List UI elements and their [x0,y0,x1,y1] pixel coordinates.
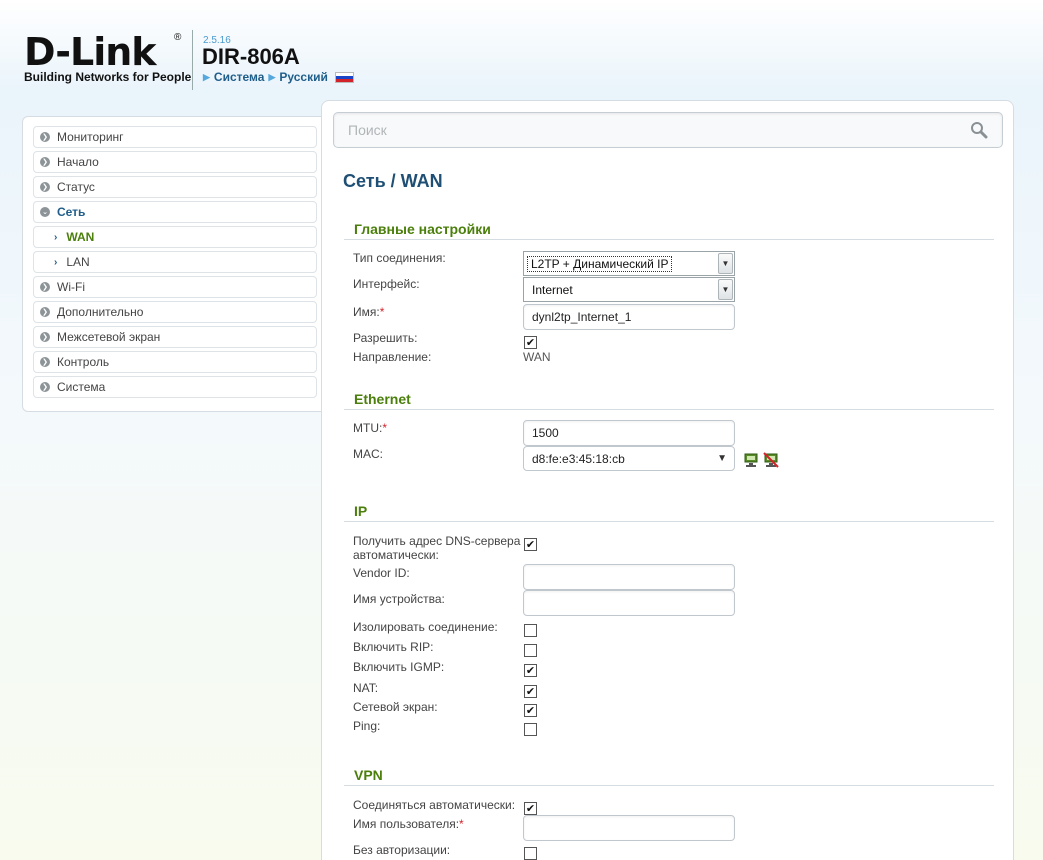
vendor-id-field[interactable] [523,564,735,590]
isolate-label: Изолировать соединение: [353,620,498,634]
page-title-current: WAN [400,171,443,191]
header-links: ▶ Система ▶ Русский [203,70,354,84]
isolate-checkbox[interactable] [524,624,537,637]
system-link[interactable]: Система [214,70,265,84]
interface-value: Internet [532,282,573,297]
dlink-logo: D-Link ® Building Networks for People [24,30,192,84]
dns-auto-checkbox[interactable]: ✔ [524,538,537,551]
registered-mark-icon: ® [174,32,182,43]
igmp-checkbox[interactable]: ✔ [524,664,537,677]
interface-label: Интерфейс: [353,277,420,291]
search-icon[interactable] [970,121,988,139]
connection-type-label: Тип соединения: [353,251,446,265]
required-mark: * [459,817,464,831]
device-name-field[interactable] [523,590,735,616]
sidebar-item-monitoring[interactable]: ❯ Мониторинг [33,126,317,148]
required-mark: * [379,305,385,319]
sidebar-menu: ❯ Мониторинг ❯ Начало ❯ Статус ⌄ Сеть › … [22,116,326,412]
chevron-down-icon: ▼ [718,253,733,274]
triangle-down-icon: ▼ [717,453,727,464]
chevron-right-icon: ❯ [40,157,50,167]
ping-label: Ping: [353,719,381,733]
sidebar-item-system[interactable]: ❯ Система [33,376,317,398]
clone-mac-icon[interactable] [743,452,759,468]
section-vpn: VPN [344,767,994,786]
auto-connect-checkbox[interactable]: ✔ [524,802,537,815]
sidebar-item-wifi[interactable]: ❯ Wi-Fi [33,276,317,298]
sidebar-item-start[interactable]: ❯ Начало [33,151,317,173]
search-box [333,112,1003,148]
direction-label: Направление: [353,350,432,364]
sidebar-item-wan[interactable]: › WAN [33,226,317,248]
section-ip: IP [344,503,994,522]
section-main-settings: Главные настройки [344,221,994,240]
rip-checkbox[interactable] [524,644,537,657]
header-divider [192,30,193,90]
sidebar-item-network[interactable]: ⌄ Сеть [33,201,317,223]
russia-flag-icon[interactable] [334,71,354,83]
triangle-right-icon: ▶ [203,71,210,82]
triangle-right-icon: ▶ [268,71,276,82]
chevron-right-icon: ❯ [40,132,50,142]
enable-checkbox[interactable]: ✔ [524,336,537,349]
nat-checkbox[interactable]: ✔ [524,685,537,698]
firewall-checkbox[interactable]: ✔ [524,704,537,717]
sidebar-item-status[interactable]: ❯ Статус [33,176,317,198]
chevron-right-icon: ❯ [40,357,50,367]
name-field[interactable]: dynl2tp_Internet_1 [523,304,735,330]
mac-label: MAC: [353,447,383,461]
connection-type-select[interactable]: L2TP + Динамический IP ▼ [523,251,735,276]
vendor-id-label: Vendor ID: [353,566,410,580]
sidebar-item-firewall[interactable]: ❯ Межсетевой экран [33,326,317,348]
chevron-right-icon: ❯ [40,382,50,392]
igmp-label: Включить IGMP: [353,660,445,674]
chevron-right-icon: ❯ [40,332,50,342]
mtu-field[interactable]: 1500 [523,420,735,446]
no-auth-label: Без авторизации: [353,843,451,857]
chevron-down-icon: ▼ [718,279,733,300]
page-title-prefix: Сеть / [343,171,396,191]
device-name-label: Имя устройства: [353,592,445,606]
no-auth-checkbox[interactable] [524,847,537,860]
sidebar-item-advanced[interactable]: ❯ Дополнительно [33,301,317,323]
ping-checkbox[interactable] [524,723,537,736]
interface-select[interactable]: Internet ▼ [523,277,735,302]
chevron-down-icon: ⌄ [40,207,50,217]
section-ethernet: Ethernet [344,391,994,410]
logo-wordmark: D-Link [24,30,157,74]
chevron-right-icon: › [54,231,58,243]
direction-value: WAN [523,350,551,364]
username-label: Имя пользователя:* [353,817,464,831]
main-panel: Сеть / WAN Главные настройки Тип соедине… [321,100,1014,860]
nat-label: NAT: [353,681,379,695]
language-link[interactable]: Русский [279,70,328,84]
name-label: Имя:* [353,305,385,319]
enable-label: Разрешить: [353,331,418,345]
logo-tagline: Building Networks for People [24,70,192,84]
device-model: DIR-806A [202,44,300,69]
connection-type-value: L2TP + Динамический IP [527,255,673,272]
sidebar-item-lan[interactable]: › LAN [33,251,317,273]
mtu-label: MTU:* [353,421,387,435]
username-field[interactable] [523,815,735,841]
chevron-right-icon: ❯ [40,307,50,317]
chevron-right-icon: › [54,256,58,268]
firewall-label: Сетевой экран: [353,700,438,714]
sidebar-item-control[interactable]: ❯ Контроль [33,351,317,373]
chevron-right-icon: ❯ [40,282,50,292]
restore-mac-icon[interactable] [763,452,779,468]
rip-label: Включить RIP: [353,640,434,654]
dns-auto-label: Получить адрес DNS-сервера автоматически… [353,534,521,562]
required-mark: * [382,421,387,435]
auto-connect-label: Соединяться автоматически: [353,798,516,812]
mac-select[interactable]: d8:fe:e3:45:18:cb ▼ [523,446,735,471]
search-input[interactable] [334,113,934,147]
page-title: Сеть / WAN [343,171,443,192]
chevron-right-icon: ❯ [40,182,50,192]
